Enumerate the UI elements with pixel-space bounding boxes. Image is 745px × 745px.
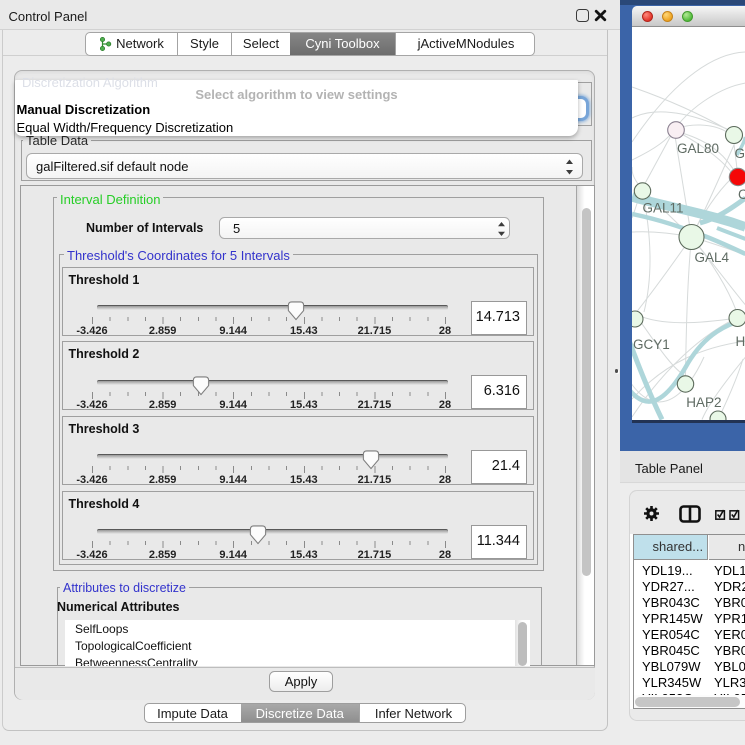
svg-text:C: C <box>738 187 745 202</box>
svg-text:HAP2: HAP2 <box>686 395 721 410</box>
svg-text:HI: HI <box>735 334 745 349</box>
svg-text:GCY1: GCY1 <box>633 337 670 352</box>
svg-text:G.: G. <box>734 146 745 161</box>
svg-text:GAL4: GAL4 <box>694 250 729 265</box>
svg-text:GAL11: GAL11 <box>642 201 683 216</box>
svg-text:GAL80: GAL80 <box>677 141 719 156</box>
